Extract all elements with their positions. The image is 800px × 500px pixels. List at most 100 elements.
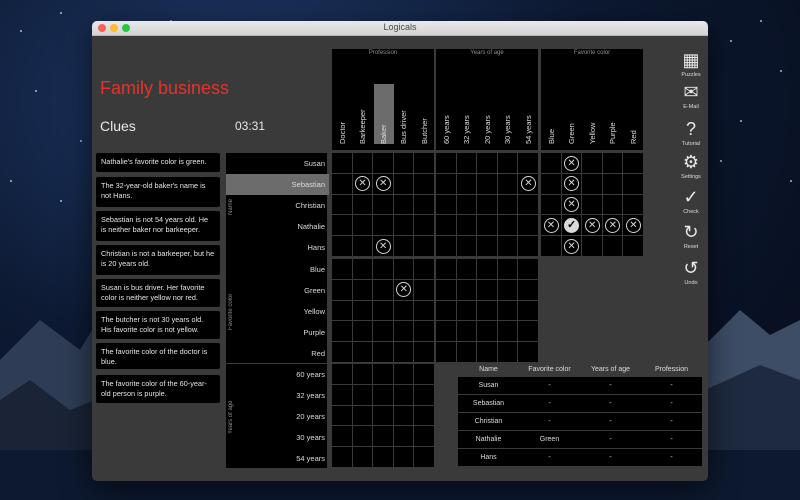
grid-cell[interactable] <box>351 152 374 174</box>
clue-item[interactable]: The butcher is not 30 years old. His fav… <box>96 311 220 339</box>
grid-cell[interactable] <box>601 235 624 258</box>
grid-cell[interactable] <box>455 235 478 258</box>
grid-cell[interactable] <box>331 193 353 216</box>
grid-cell[interactable] <box>496 214 519 237</box>
grid-cell[interactable] <box>351 299 374 322</box>
grid-cell[interactable] <box>413 425 436 448</box>
grid-cell[interactable] <box>351 258 374 280</box>
grid-cell[interactable] <box>622 152 645 174</box>
grid-cell[interactable] <box>496 258 519 280</box>
tool-button-puzzles[interactable]: ▦ Puzzles <box>676 49 706 78</box>
tool-button-tutorial[interactable]: ? Tutorial <box>676 118 706 147</box>
grid-cell[interactable] <box>351 235 374 258</box>
clue-item[interactable]: Nathalie's favorite color is green. <box>96 153 220 172</box>
tool-button-undo[interactable]: ↺ Undo <box>676 257 706 286</box>
grid-cell[interactable] <box>392 320 415 343</box>
grid-cell[interactable] <box>413 383 436 406</box>
grid-cell[interactable] <box>331 278 353 301</box>
grid-cell[interactable] <box>351 363 374 385</box>
grid-cell[interactable] <box>392 404 415 427</box>
grid-cell[interactable] <box>372 214 395 237</box>
grid-cell[interactable] <box>413 404 436 427</box>
grid-cell[interactable] <box>413 299 436 322</box>
clue-item[interactable]: Sebastian is not 54 years old. He is nei… <box>96 211 220 241</box>
grid-cell[interactable] <box>331 320 353 343</box>
grid-cell[interactable] <box>601 193 624 216</box>
clue-item[interactable]: Susan is bus driver. Her favorite color … <box>96 279 220 307</box>
grid-cell[interactable] <box>413 278 436 301</box>
grid-cell[interactable] <box>392 193 415 216</box>
grid-cell[interactable] <box>517 193 540 216</box>
grid-cell[interactable] <box>622 193 645 216</box>
grid-cell[interactable] <box>331 152 353 174</box>
clue-item[interactable]: The favorite color of the 60-year-old pe… <box>96 375 220 403</box>
cross-icon[interactable]: ✕ <box>584 217 600 233</box>
grid-cell[interactable] <box>581 152 604 174</box>
cross-icon[interactable]: ✕ <box>564 238 580 254</box>
grid-cell[interactable] <box>392 152 415 174</box>
grid-cell[interactable] <box>392 341 415 364</box>
grid-cell[interactable] <box>455 193 478 216</box>
grid-cell[interactable] <box>455 299 478 322</box>
checkmark-icon[interactable]: ✓ <box>564 217 580 233</box>
grid-cell[interactable] <box>351 341 374 364</box>
grid-cell[interactable] <box>331 258 353 280</box>
grid-cell[interactable] <box>413 235 436 258</box>
grid-cell[interactable] <box>331 383 353 406</box>
grid-cell[interactable] <box>351 404 374 427</box>
grid-cell[interactable] <box>351 214 374 237</box>
grid-cell[interactable] <box>476 341 499 364</box>
grid-cell[interactable] <box>372 446 395 469</box>
clue-item[interactable]: Christian is not a barkeeper, but he is … <box>96 245 220 275</box>
grid-cell[interactable] <box>622 172 645 195</box>
grid-cell[interactable] <box>435 320 457 343</box>
grid-cell[interactable] <box>496 341 519 364</box>
tool-button-email[interactable]: ✉ E-Mail <box>676 81 706 110</box>
grid-cell[interactable] <box>435 278 457 301</box>
cross-icon[interactable]: ✕ <box>375 176 391 192</box>
grid-cell[interactable] <box>601 152 624 174</box>
grid-cell[interactable] <box>476 278 499 301</box>
grid-cell[interactable] <box>392 258 415 280</box>
grid-cell[interactable] <box>517 235 540 258</box>
grid-cell[interactable] <box>496 299 519 322</box>
grid-cell[interactable] <box>455 278 478 301</box>
grid-cell[interactable] <box>331 341 353 364</box>
grid-cell[interactable] <box>601 172 624 195</box>
grid-cell[interactable] <box>331 235 353 258</box>
grid-cell[interactable] <box>540 172 562 195</box>
grid-cell[interactable] <box>476 299 499 322</box>
grid-cell[interactable] <box>581 235 604 258</box>
grid-cell[interactable] <box>372 425 395 448</box>
grid-cell[interactable] <box>476 172 499 195</box>
cross-icon[interactable]: ✕ <box>564 155 580 171</box>
grid-cell[interactable] <box>496 278 519 301</box>
grid-cell[interactable] <box>413 214 436 237</box>
grid-cell[interactable] <box>413 320 436 343</box>
grid-cell[interactable] <box>372 258 395 280</box>
grid-cell[interactable] <box>496 172 519 195</box>
grid-cell[interactable] <box>392 172 415 195</box>
grid-cell[interactable] <box>351 320 374 343</box>
grid-cell[interactable] <box>435 214 457 237</box>
grid-cell[interactable] <box>392 235 415 258</box>
grid-cell[interactable] <box>435 258 457 280</box>
grid-cell[interactable] <box>331 172 353 195</box>
grid-cell[interactable] <box>435 172 457 195</box>
grid-cell[interactable] <box>455 172 478 195</box>
tool-button-reset[interactable]: ↻ Reset <box>676 221 706 250</box>
grid-cell[interactable] <box>413 172 436 195</box>
grid-cell[interactable] <box>351 446 374 469</box>
grid-cell[interactable] <box>372 193 395 216</box>
tool-button-check[interactable]: ✓ Check <box>676 186 706 215</box>
grid-cell[interactable] <box>413 446 436 469</box>
grid-cell[interactable] <box>351 383 374 406</box>
grid-cell[interactable] <box>435 299 457 322</box>
grid-cell[interactable] <box>540 235 562 258</box>
grid-cell[interactable] <box>455 320 478 343</box>
grid-cell[interactable] <box>331 425 353 448</box>
grid-cell[interactable] <box>372 341 395 364</box>
grid-cell[interactable] <box>581 172 604 195</box>
grid-cell[interactable] <box>435 152 457 174</box>
grid-cell[interactable] <box>540 152 562 174</box>
